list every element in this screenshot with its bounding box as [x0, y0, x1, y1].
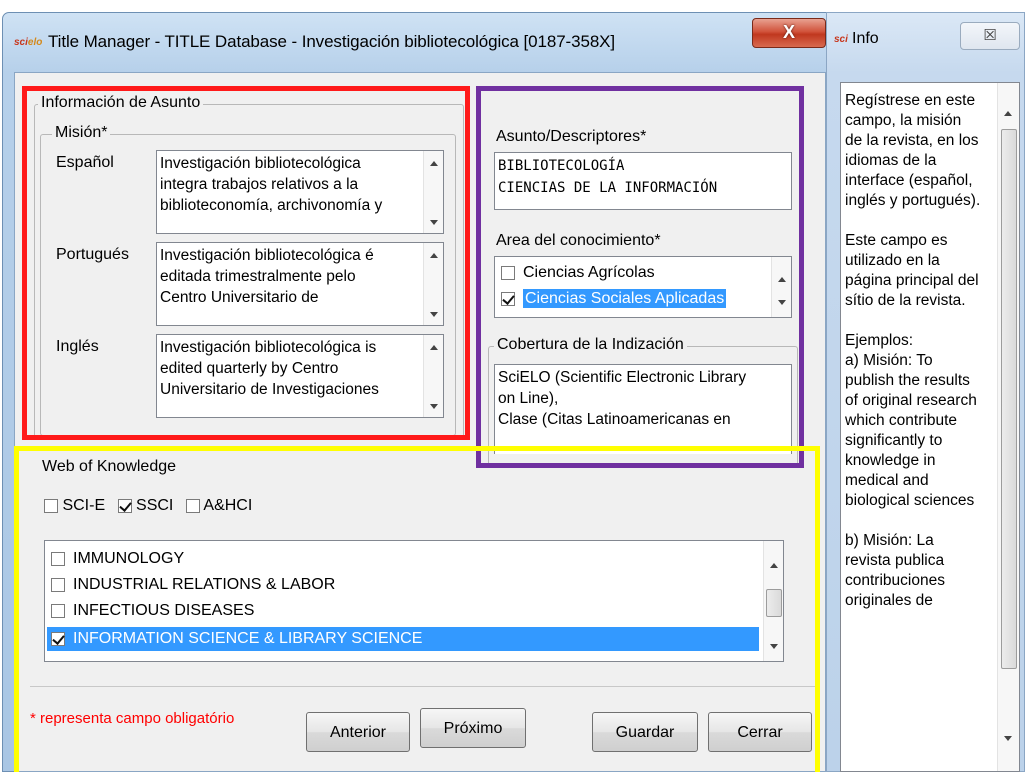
scroll-down-icon[interactable]	[1004, 736, 1012, 741]
scroll-up-icon[interactable]	[430, 161, 438, 166]
knowledge-area-list[interactable]: Ciencias Agrícolas Ciencias Sociales Apl…	[494, 256, 792, 318]
index-coverage-label: Cobertura de la Indización	[494, 336, 687, 354]
required-field-note: * representa campo obligatório	[30, 710, 235, 727]
index-coverage-textarea[interactable]: SciELO (Scientific Electronic Library on…	[494, 364, 792, 454]
wok-option-ahci[interactable]: A&HCI	[185, 494, 253, 518]
info-close-button[interactable]: ☒	[960, 22, 1020, 50]
descriptors-label: Asunto/Descriptores*	[496, 128, 647, 145]
scrollbar-thumb[interactable]	[1001, 129, 1017, 669]
scroll-down-icon[interactable]	[778, 300, 786, 305]
english-label: Inglés	[56, 338, 99, 355]
previous-button[interactable]: Anterior	[306, 712, 410, 752]
scroll-down-icon[interactable]	[430, 404, 438, 409]
mission-label: Misión*	[52, 124, 111, 142]
wok-ahci-label: A&HCI	[203, 497, 253, 514]
wok-category-scrollbar[interactable]	[763, 541, 783, 661]
wok-ssci-label: SSCI	[136, 497, 174, 514]
info-text-area[interactable]: Regístrese en este campo, la misión de l…	[840, 82, 1020, 772]
scroll-up-icon[interactable]	[430, 253, 438, 258]
wok-category-item[interactable]: INFECTIOUS DISEASES	[47, 599, 759, 623]
mission-portuguese-scrollbar[interactable]	[423, 243, 443, 325]
wok-category-item[interactable]: IMMUNOLOGY	[47, 547, 759, 571]
wok-category-label: INFORMATION SCIENCE & LIBRARY SCIENCE	[73, 630, 423, 647]
scroll-down-icon[interactable]	[430, 312, 438, 317]
mission-portuguese-textarea[interactable]: Investigación bibliotecológica é editada…	[156, 242, 444, 326]
knowledge-area-item-label: Ciencias Agrícolas	[523, 264, 655, 281]
wok-option-scie[interactable]: SCI-E	[44, 494, 105, 518]
footer-divider	[30, 686, 820, 687]
wok-category-label: INDUSTRIAL RELATIONS & LABOR	[73, 576, 336, 593]
window-close-button[interactable]: X	[752, 18, 826, 48]
wok-ahci-checkbox[interactable]	[185, 498, 200, 513]
knowledge-area-item-social-sciences[interactable]: Ciencias Sociales Aplicadas	[497, 287, 767, 311]
index-coverage-text: SciELO (Scientific Electronic Library on…	[498, 369, 747, 428]
mission-spanish-scrollbar[interactable]	[423, 151, 443, 233]
wok-category-list[interactable]: IMMUNOLOGY INDUSTRIAL RELATIONS & LABOR …	[44, 540, 784, 662]
scroll-up-icon[interactable]	[778, 277, 786, 282]
spanish-label: Español	[56, 154, 114, 171]
scroll-up-icon[interactable]	[1004, 111, 1012, 116]
portuguese-label: Portugués	[56, 246, 129, 263]
knowledge-area-checkbox[interactable]	[501, 266, 515, 280]
wok-category-checkbox[interactable]	[51, 552, 65, 566]
info-logo-icon: sci	[834, 34, 848, 45]
wok-category-item[interactable]: INDUSTRIAL RELATIONS & LABOR	[47, 573, 759, 597]
knowledge-area-label: Area del conocimiento*	[496, 232, 661, 249]
wok-category-checkbox[interactable]	[51, 578, 65, 592]
knowledge-area-item-agricultural[interactable]: Ciencias Agrícolas	[497, 261, 767, 285]
descriptors-textarea[interactable]: BIBLIOTECOLOGÍA CIENCIAS DE LA INFORMACI…	[494, 152, 792, 210]
wok-category-label: IMMUNOLOGY	[73, 550, 185, 567]
mission-portuguese-text: Investigación bibliotecológica é editada…	[160, 247, 374, 306]
scielo-logo-icon: scielo	[14, 37, 43, 48]
scroll-up-icon[interactable]	[770, 563, 778, 568]
wok-ssci-checkbox[interactable]	[117, 498, 132, 513]
info-scrollbar[interactable]	[997, 83, 1019, 771]
knowledge-area-checkbox[interactable]	[501, 292, 515, 306]
mission-english-text: Investigación bibliotecológica is edited…	[160, 339, 379, 398]
close-button[interactable]: Cerrar	[708, 712, 812, 752]
mission-english-scrollbar[interactable]	[423, 335, 443, 417]
mission-english-textarea[interactable]: Investigación bibliotecológica is edited…	[156, 334, 444, 418]
mission-spanish-textarea[interactable]: Investigación bibliotecológica integra t…	[156, 150, 444, 234]
wok-category-item-selected[interactable]: INFORMATION SCIENCE & LIBRARY SCIENCE	[47, 627, 759, 651]
descriptors-text: BIBLIOTECOLOGÍA CIENCIAS DE LA INFORMACI…	[498, 158, 718, 196]
wok-category-label: INFECTIOUS DISEASES	[73, 602, 255, 619]
scroll-down-icon[interactable]	[770, 644, 778, 649]
save-button[interactable]: Guardar	[592, 712, 698, 752]
knowledge-area-item-label: Ciencias Sociales Aplicadas	[523, 289, 727, 308]
knowledge-area-scrollbar[interactable]	[771, 257, 791, 317]
info-help-text: Regístrese en este campo, la misión de l…	[845, 92, 981, 609]
subject-info-label: Información de Asunto	[38, 94, 204, 112]
next-button[interactable]: Próximo	[420, 708, 526, 748]
wok-label: Web of Knowledge	[42, 458, 177, 475]
window-title: Title Manager - TITLE Database - Investi…	[48, 32, 616, 51]
scroll-up-icon[interactable]	[430, 345, 438, 350]
wok-options: SCI-E SSCI A&HCI	[44, 494, 252, 518]
wok-scie-checkbox[interactable]	[44, 498, 58, 513]
scrollbar-thumb[interactable]	[766, 589, 782, 617]
wok-option-ssci[interactable]: SSCI	[117, 494, 174, 518]
info-window-title: Info	[852, 30, 879, 47]
wok-category-checkbox[interactable]	[51, 604, 65, 618]
mission-spanish-text: Investigación bibliotecológica integra t…	[160, 155, 383, 214]
wok-scie-label: SCI-E	[62, 497, 106, 514]
title-bar[interactable]: scielo Title Manager - TITLE Database - …	[8, 18, 834, 70]
scroll-down-icon[interactable]	[430, 220, 438, 225]
wok-category-checkbox[interactable]	[51, 632, 65, 646]
